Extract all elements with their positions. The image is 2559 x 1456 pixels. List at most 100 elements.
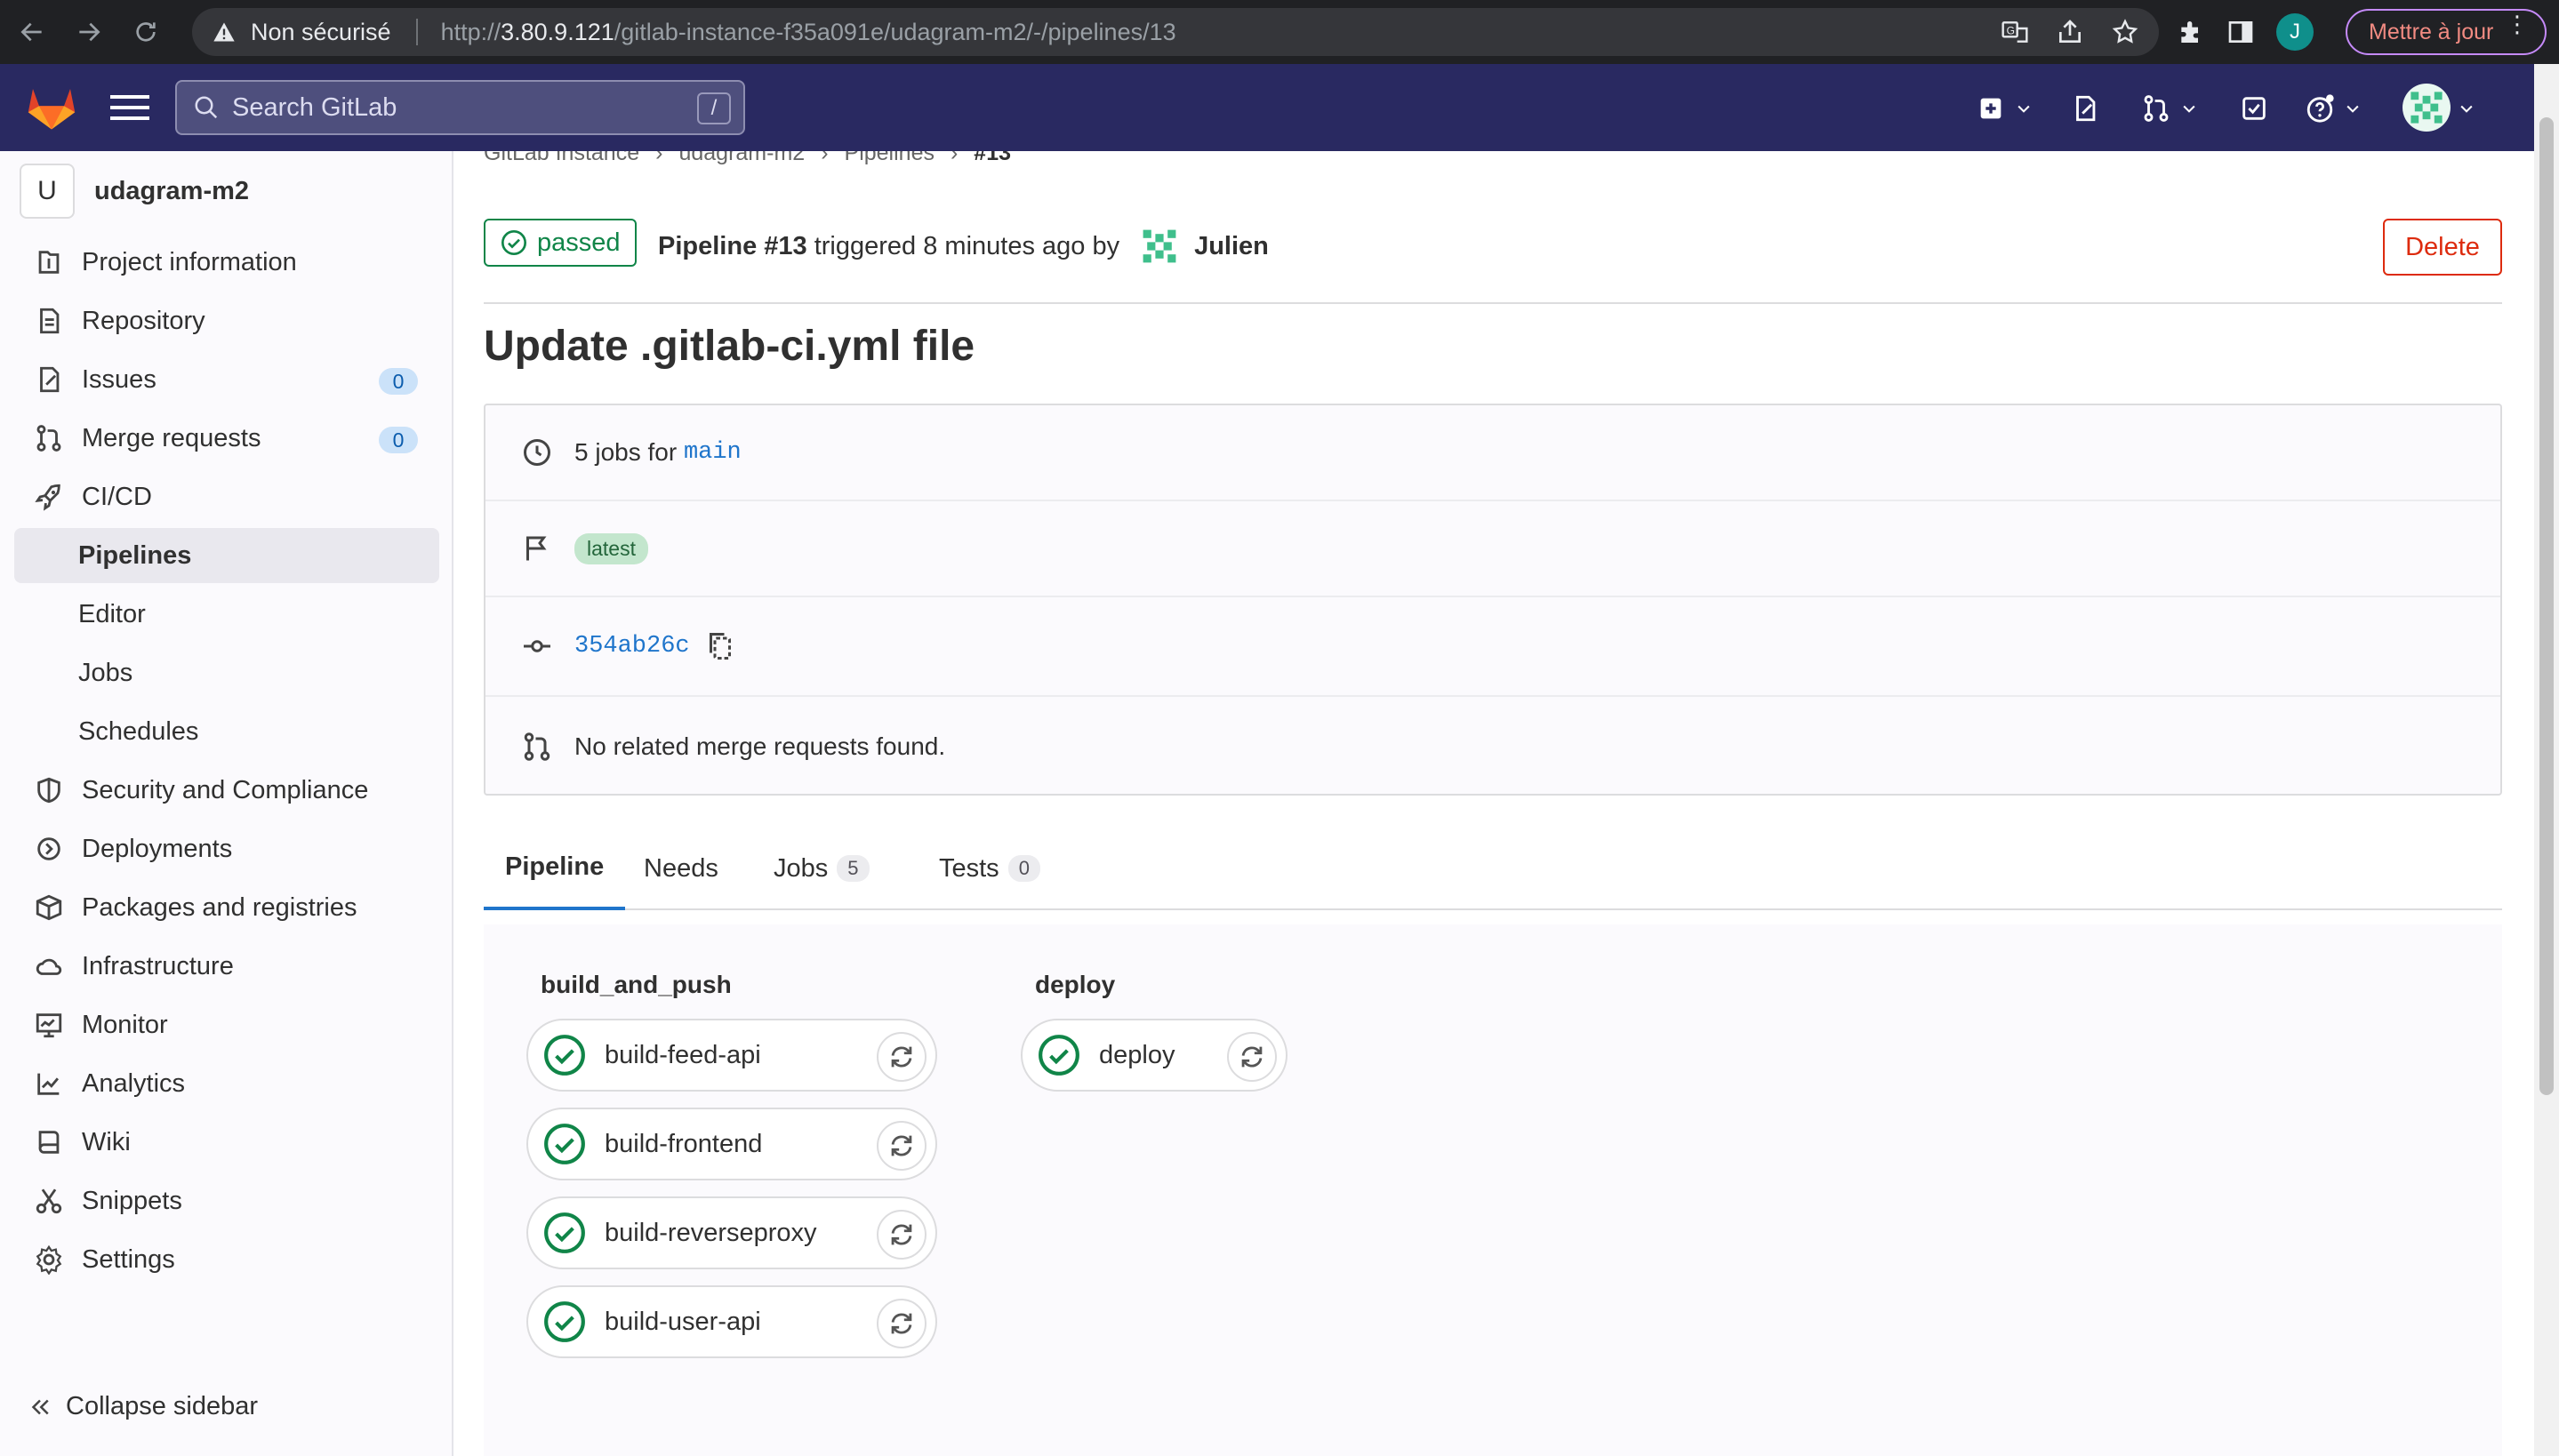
merge-requests-count-badge: 0	[379, 427, 418, 453]
sidebar-item-issues[interactable]: Issues 0	[14, 352, 439, 407]
sidebar-item-label: Deployments	[82, 834, 233, 863]
forward-button[interactable]	[64, 7, 114, 57]
breadcrumb-separator: ›	[655, 151, 663, 165]
side-panel-icon[interactable]	[2226, 18, 2255, 46]
sidebar-item-label: Issues	[82, 364, 156, 394]
translate-icon[interactable]: G	[2001, 18, 2029, 46]
sidebar-item-label: Schedules	[78, 716, 199, 746]
pipeline-header: passed Pipeline #13 triggered 8 minutes …	[484, 219, 2502, 304]
user-avatar-icon[interactable]	[1139, 226, 1181, 267]
delete-button[interactable]: Delete	[2383, 219, 2502, 276]
main-content: GitLab Instance › udagram-m2 › Pipelines › …	[455, 151, 2534, 1456]
job-build-user-api[interactable]: build-user-api	[526, 1285, 937, 1358]
search-input[interactable]: Search GitLab /	[175, 80, 745, 135]
tab-needs[interactable]: Needs	[644, 827, 718, 910]
sidebar-item-schedules[interactable]: Schedules	[14, 704, 439, 759]
menu-icon[interactable]	[110, 91, 149, 124]
sidebar-item-pipelines[interactable]: Pipelines	[14, 528, 439, 583]
job-build-reverseproxy[interactable]: build-reverseproxy	[526, 1196, 937, 1269]
reload-icon	[136, 22, 156, 42]
security-label: Non sécurisé	[251, 18, 391, 45]
address-bar[interactable]: Non sécurisé http://3.80.9.121/gitlab-in…	[192, 8, 2159, 56]
todos-button[interactable]	[2239, 92, 2269, 124]
profile-avatar[interactable]: J	[2276, 13, 2314, 51]
sidebar-item-project-information[interactable]: Project information	[14, 235, 439, 290]
gitlab-logo-icon[interactable]	[27, 84, 76, 132]
retry-button[interactable]	[1227, 1032, 1277, 1082]
pipeline-graph: build_and_push build-feed-api build-fron…	[484, 924, 2502, 1456]
merge-requests-info-row: No related merge requests found.	[485, 697, 2500, 796]
back-button[interactable]	[7, 7, 57, 57]
retry-button[interactable]	[877, 1210, 927, 1260]
tab-jobs[interactable]: Jobs 5	[774, 827, 870, 910]
update-button[interactable]: Mettre à jour ⋮	[2346, 9, 2547, 55]
chevron-down-icon	[2346, 105, 2359, 113]
sidebar-item-repository[interactable]: Repository	[14, 293, 439, 348]
status-badge[interactable]: passed	[484, 219, 637, 267]
repository-icon	[40, 308, 60, 334]
project-name: udagram-m2	[94, 176, 250, 205]
breadcrumb-item[interactable]: Pipelines	[845, 151, 935, 166]
merge-requests-button[interactable]	[2141, 92, 2198, 124]
copy-icon[interactable]	[704, 630, 736, 662]
reload-button[interactable]	[121, 7, 171, 57]
issues-button[interactable]	[2070, 92, 2100, 124]
retry-button[interactable]	[877, 1121, 927, 1171]
tab-tests[interactable]: Tests 0	[939, 827, 1040, 910]
retry-button[interactable]	[877, 1299, 927, 1348]
job-build-frontend[interactable]: build-frontend	[526, 1108, 937, 1180]
sidebar-item-packages-and-registries[interactable]: Packages and registries	[14, 880, 439, 935]
url-host: 3.80.9.121	[501, 18, 614, 45]
merge-requests-text: No related merge requests found.	[574, 732, 946, 760]
check-circle-icon	[544, 1035, 585, 1076]
tab-label: Jobs	[774, 853, 829, 883]
sidebar-item-ci-cd[interactable]: CI/CD	[14, 469, 439, 524]
share-icon[interactable]	[2056, 18, 2084, 46]
check-circle-icon	[544, 1301, 585, 1342]
bookmark-star-icon[interactable]	[2111, 18, 2139, 46]
sidebar-item-jobs[interactable]: Jobs	[14, 645, 439, 700]
stage-title: deploy	[1035, 971, 1116, 998]
commit-sha-link[interactable]: 354ab26c	[574, 633, 690, 660]
more-vert-icon: ⋮	[2506, 11, 2529, 37]
breadcrumb-item[interactable]: GitLab Instance	[484, 151, 639, 166]
sidebar-item-label: Pipelines	[78, 540, 192, 570]
sidebar-item-security-and-compliance[interactable]: Security and Compliance	[14, 763, 439, 818]
scrollbar-thumb[interactable]	[2539, 117, 2554, 1095]
jobs-info-row: 5 jobs for main	[485, 405, 2500, 501]
sidebar-item-wiki[interactable]: Wiki	[14, 1115, 439, 1170]
tab-count-badge: 5	[837, 855, 870, 882]
chart-icon	[37, 1073, 60, 1095]
user-avatar-menu[interactable]	[2403, 84, 2451, 132]
breadcrumb-item[interactable]: udagram-m2	[678, 151, 805, 166]
sidebar-item-label: Merge requests	[82, 423, 261, 452]
commit-icon	[524, 640, 550, 652]
project-header[interactable]: U udagram-m2	[20, 164, 249, 219]
sidebar-item-editor[interactable]: Editor	[14, 587, 439, 642]
sidebar-item-infrastructure[interactable]: Infrastructure	[14, 939, 439, 994]
retry-button[interactable]	[877, 1032, 927, 1082]
tab-count-badge: 0	[1007, 855, 1040, 882]
page-scrollbar[interactable]	[2534, 64, 2559, 1456]
branch-link[interactable]: main	[684, 439, 742, 466]
breadcrumb-separator: ›	[821, 151, 829, 165]
latest-badge: latest	[574, 532, 648, 564]
sidebar-item-settings[interactable]: Settings	[14, 1232, 439, 1287]
chevron-down-icon[interactable]	[2458, 100, 2475, 117]
sidebar-item-deployments[interactable]: Deployments	[14, 821, 439, 876]
sidebar-item-merge-requests[interactable]: Merge requests 0	[14, 411, 439, 466]
extensions-icon[interactable]	[2177, 18, 2205, 46]
sidebar-item-analytics[interactable]: Analytics	[14, 1056, 439, 1111]
help-button[interactable]	[2305, 92, 2362, 124]
job-name: deploy	[1099, 1040, 1175, 1069]
user-name[interactable]: Julien	[1194, 232, 1269, 261]
job-build-feed-api[interactable]: build-feed-api	[526, 1019, 937, 1092]
collapse-sidebar-button[interactable]: Collapse sidebar	[27, 1392, 258, 1421]
job-deploy[interactable]: deploy	[1021, 1019, 1288, 1092]
create-new-button[interactable]	[1976, 92, 2033, 124]
sidebar-item-snippets[interactable]: Snippets	[14, 1173, 439, 1228]
sidebar-item-monitor[interactable]: Monitor	[14, 997, 439, 1052]
breadcrumb-current[interactable]: #13	[974, 151, 1011, 166]
check-circle-icon	[501, 230, 526, 255]
tab-pipeline[interactable]: Pipeline	[484, 827, 626, 910]
